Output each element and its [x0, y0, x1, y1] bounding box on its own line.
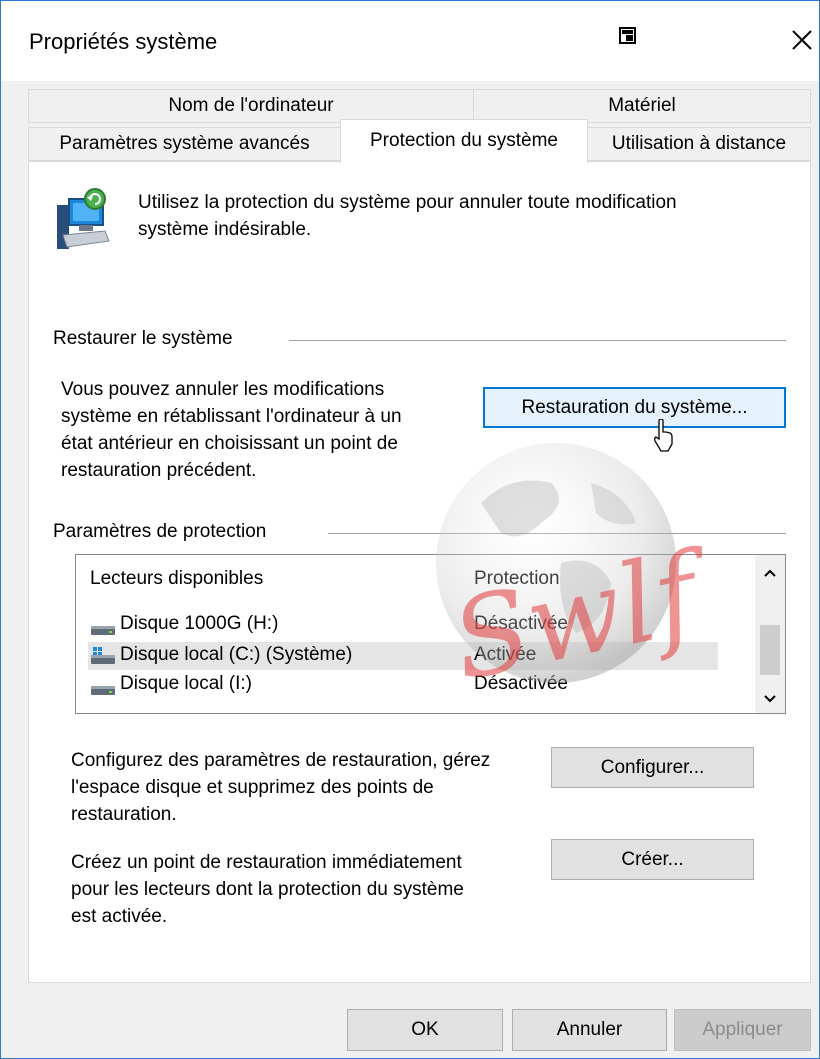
restore-heading: Restaurer le système	[53, 328, 233, 349]
create-description: Créez un point de restauration immédiate…	[71, 849, 541, 930]
tab-advanced-label: Paramètres système avancés	[59, 133, 310, 154]
drive-status: Activée	[474, 644, 537, 665]
protection-heading: Paramètres de protection	[53, 521, 267, 542]
cancel-button[interactable]: Annuler	[512, 1009, 667, 1051]
drive-row[interactable]: Disque 1000G (H:) Désactivée	[88, 613, 718, 641]
scroll-thumb[interactable]	[760, 625, 780, 675]
column-header-protection[interactable]: Protection	[474, 568, 560, 590]
intro-line-1: Utilisez la protection du système pour a…	[138, 192, 677, 213]
tab-computer-name-label: Nom de l'ordinateur	[168, 95, 334, 116]
title-bar: Propriétés système	[1, 1, 819, 81]
hard-drive-icon	[90, 621, 116, 643]
restore-desc-line-4: restauration précédent.	[61, 460, 257, 481]
snap-icon[interactable]	[614, 23, 642, 51]
cancel-button-label: Annuler	[556, 1019, 623, 1040]
configure-line-2: l'espace disque et supprimez des points …	[71, 777, 434, 798]
tab-advanced[interactable]: Paramètres système avancés	[28, 127, 341, 161]
configure-button[interactable]: Configurer...	[551, 747, 754, 788]
create-button-label: Créer...	[621, 849, 684, 870]
configure-line-1: Configurez des paramètres de restauratio…	[71, 750, 491, 771]
ok-button-label: OK	[411, 1019, 439, 1040]
restore-desc-line-3: état antérieur en choisissant un point d…	[61, 433, 398, 454]
tab-remote[interactable]: Utilisation à distance	[587, 127, 811, 161]
tab-system-protection[interactable]: Protection du système	[340, 119, 588, 163]
mouse-cursor-icon	[652, 418, 674, 458]
drive-name: Disque local (C:) (Système)	[120, 644, 353, 665]
drive-status: Désactivée	[474, 613, 568, 634]
window-title: Propriétés système	[29, 29, 218, 54]
drive-row[interactable]: Disque local (C:) (Système) Activée	[88, 642, 718, 670]
ok-button[interactable]: OK	[347, 1009, 503, 1051]
create-line-1: Créez un point de restauration immédiate…	[71, 852, 462, 873]
system-restore-button-label: Restauration du système...	[521, 397, 748, 418]
list-scrollbar[interactable]	[755, 555, 785, 713]
system-properties-window: Propriétés système Nom de l'ordinateur M…	[0, 0, 820, 1059]
configure-line-3: restauration.	[71, 804, 177, 825]
create-line-2: pour les lecteurs dont la protection du …	[71, 879, 464, 900]
restore-divider	[289, 340, 786, 341]
tab-hardware-label: Matériel	[608, 95, 676, 116]
create-button[interactable]: Créer...	[551, 839, 754, 880]
system-restore-button[interactable]: Restauration du système...	[483, 387, 786, 428]
create-line-3: est activée.	[71, 906, 168, 927]
apply-button[interactable]: Appliquer	[674, 1009, 811, 1051]
configure-button-label: Configurer...	[600, 757, 705, 778]
hard-drive-icon	[90, 681, 116, 703]
drives-list[interactable]: Lecteurs disponibles Protection Disque 1…	[75, 554, 786, 714]
intro-text: Utilisez la protection du système pour a…	[138, 189, 778, 243]
close-icon[interactable]	[787, 25, 817, 55]
restore-desc-line-2: système en rétablissant l'ordinateur à u…	[61, 406, 402, 427]
system-drive-icon	[90, 646, 116, 672]
scroll-down-arrow-icon[interactable]	[763, 691, 777, 709]
column-header-drives[interactable]: Lecteurs disponibles	[90, 568, 263, 590]
restore-desc-line-1: Vous pouvez annuler les modifications	[61, 379, 385, 400]
protection-divider	[328, 533, 786, 534]
tab-computer-name[interactable]: Nom de l'ordinateur	[28, 89, 474, 123]
drive-name: Disque local (I:)	[120, 673, 252, 694]
drive-row[interactable]: Disque local (I:) Désactivée	[88, 673, 718, 701]
tab-system-protection-label: Protection du système	[370, 130, 558, 151]
drive-name: Disque 1000G (H:)	[120, 613, 279, 634]
configure-description: Configurez des paramètres de restauratio…	[71, 747, 541, 828]
drive-status: Désactivée	[474, 673, 568, 694]
restore-description: Vous pouvez annuler les modifications sy…	[61, 376, 471, 484]
intro-line-2: système indésirable.	[138, 219, 312, 240]
tab-remote-label: Utilisation à distance	[611, 133, 787, 154]
tab-hardware[interactable]: Matériel	[473, 89, 811, 123]
scroll-up-arrow-icon[interactable]	[763, 565, 777, 583]
apply-button-label: Appliquer	[702, 1019, 783, 1040]
system-restore-icon	[49, 185, 119, 255]
